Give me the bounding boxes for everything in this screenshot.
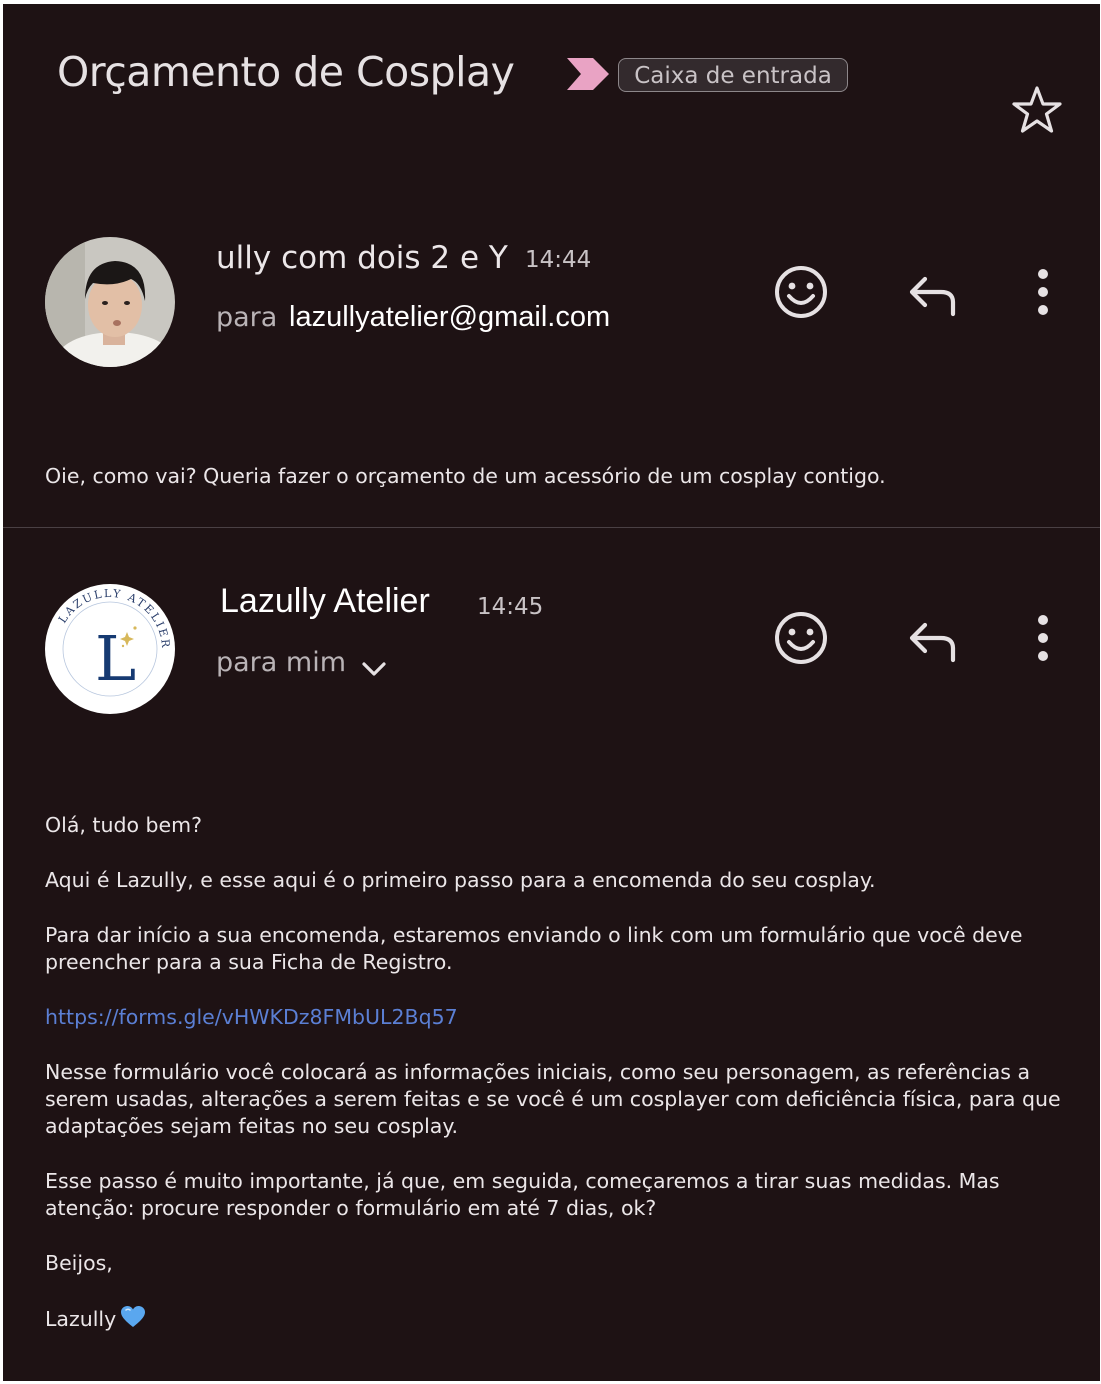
blue-heart-icon [121, 1306, 146, 1327]
message-paragraph: Beijos, [45, 1251, 113, 1275]
message-paragraph: Oie, como vai? Queria fazer o orçamento … [45, 464, 886, 488]
recipient-prefix: para mim [216, 647, 347, 678]
message-paragraph: Esse passo é muito importante, já que, e… [45, 1169, 1000, 1220]
message-body: Oie, como vai? Queria fazer o orçamento … [45, 463, 1075, 518]
logo-letter: L [95, 622, 136, 695]
message-time: 14:45 [477, 594, 544, 620]
more-vert-icon[interactable] [1013, 608, 1073, 668]
sender-avatar[interactable] [45, 237, 175, 367]
chevron-down-icon[interactable] [359, 654, 389, 684]
more-vert-icon[interactable] [1013, 262, 1073, 322]
email-thread: Orçamento de Cosplay Caixa de entrada ul… [3, 4, 1100, 1381]
sender-name[interactable]: ully com dois 2 e Y [216, 240, 508, 276]
form-link[interactable]: https://forms.gle/vHWKDz8FMbUL2Bq57 [45, 1005, 458, 1029]
message-paragraph: Para dar início a sua encomenda, estarem… [45, 923, 1023, 974]
message-paragraph: Olá, tudo bem? [45, 813, 203, 837]
recipient-address: lazullyatelier@gmail.com [289, 301, 611, 333]
sender-name[interactable]: Lazully Atelier [220, 582, 430, 621]
signature-name: Lazully [45, 1307, 117, 1331]
signature-line: Lazully [45, 1305, 1075, 1333]
reply-icon[interactable] [901, 610, 961, 670]
reply-icon[interactable] [901, 264, 961, 324]
emoji-reaction-icon[interactable] [771, 262, 831, 322]
thread-subject: Orçamento de Cosplay [57, 48, 515, 96]
emoji-reaction-icon[interactable] [771, 608, 831, 668]
important-marker-icon[interactable] [563, 54, 611, 94]
message-paragraph: Aqui é Lazully, e esse aqui é o primeiro… [45, 868, 876, 892]
message-time: 14:44 [525, 247, 592, 273]
star-icon[interactable] [1009, 82, 1065, 138]
message-body: Olá, tudo bem? Aqui é Lazully, e esse aq… [45, 812, 1075, 1361]
sender-logo-avatar[interactable]: LAZULLY ATELIER L [45, 584, 175, 714]
inbox-label-chip[interactable]: Caixa de entrada [618, 58, 848, 92]
recipient-prefix: para [216, 302, 278, 333]
message-divider [3, 527, 1100, 528]
message-paragraph: Nesse formulário você colocará as inform… [45, 1060, 1061, 1138]
